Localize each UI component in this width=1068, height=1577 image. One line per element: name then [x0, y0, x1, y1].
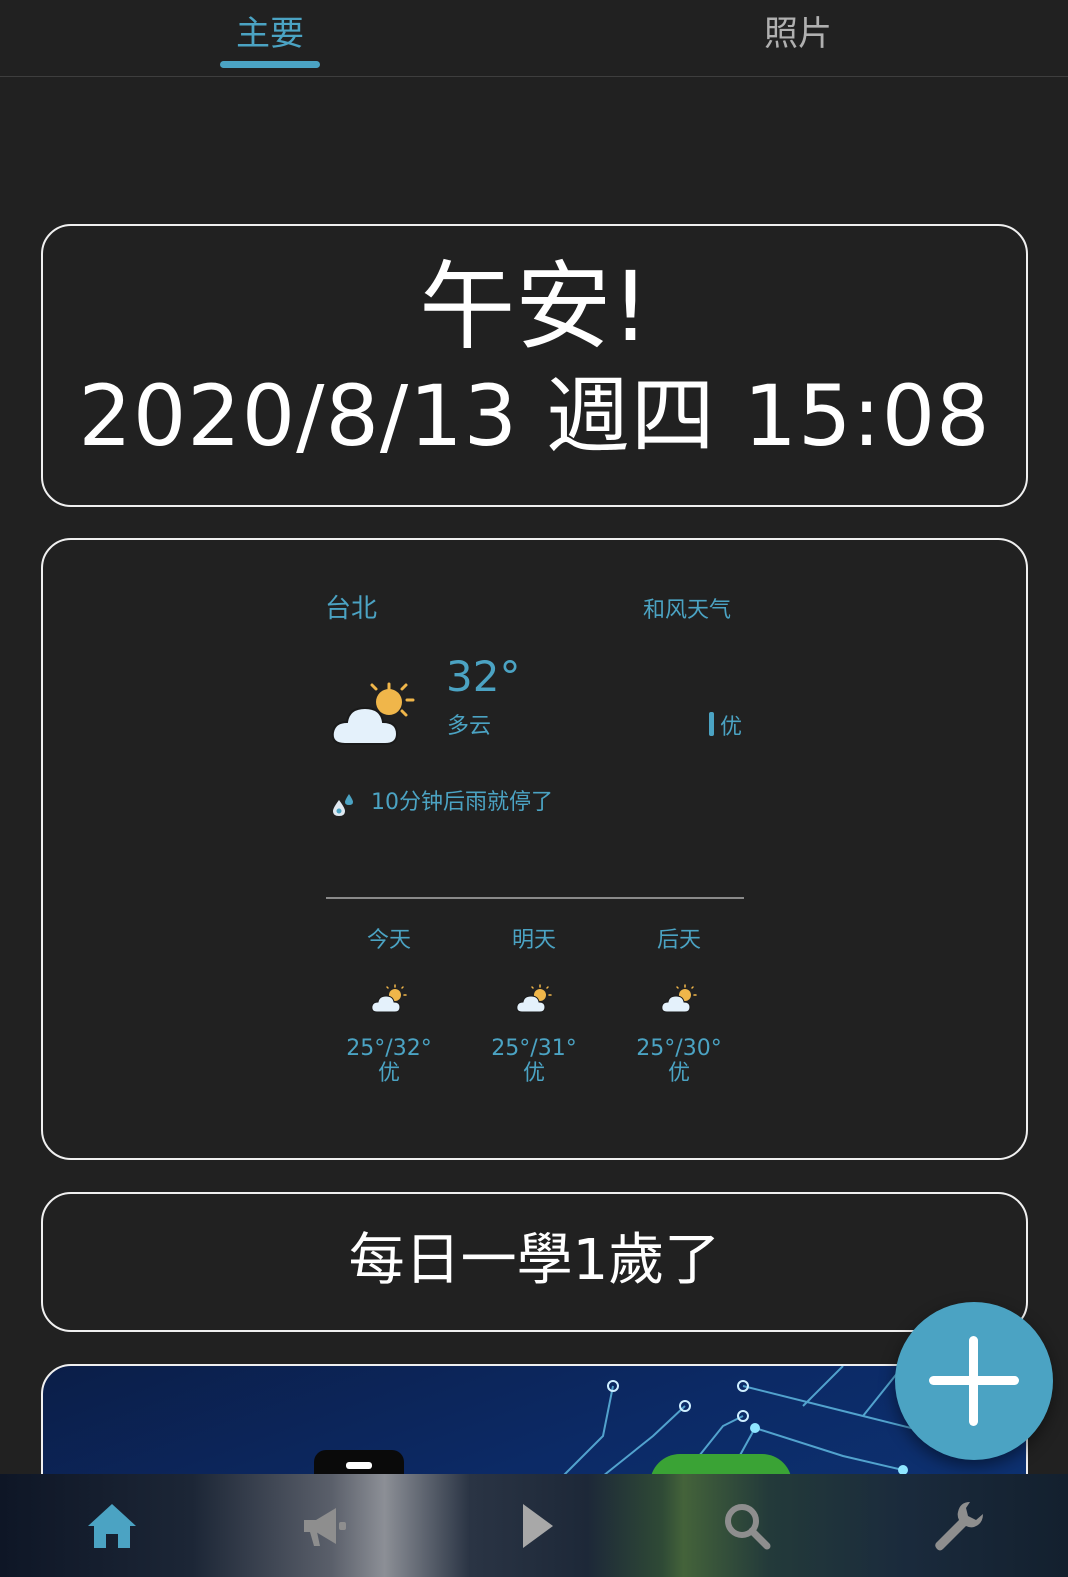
nav-announcements[interactable]	[286, 1488, 362, 1564]
wrench-icon	[935, 1502, 983, 1551]
weather-city: 台北	[325, 594, 378, 624]
partly-cloudy-icon	[516, 984, 552, 1013]
tab-photo[interactable]: 照片	[728, 8, 868, 68]
forecast-aqi: 优	[377, 1061, 400, 1086]
nav-search[interactable]	[709, 1488, 785, 1564]
forecast-day-label: 明天	[511, 928, 556, 953]
search-icon	[725, 1504, 771, 1550]
weather-aqi: 优	[720, 715, 743, 740]
forecast-temp: 25°/31°	[491, 1036, 577, 1061]
weather-temperature: 32°	[446, 652, 521, 701]
weather-condition: 多云	[447, 714, 492, 739]
greeting-text: 午安!	[419, 251, 650, 363]
nav-play[interactable]	[497, 1488, 573, 1564]
partly-cloudy-icon	[331, 682, 415, 745]
daily-study-text: 每日一學1歲了	[348, 1228, 721, 1293]
plus-icon-vertical	[969, 1336, 978, 1426]
minus-icon	[346, 1462, 372, 1469]
tab-active-indicator	[220, 61, 320, 68]
forecast-day: 今天 25°/32° 优	[329, 926, 449, 1086]
nav-home[interactable]	[74, 1488, 150, 1564]
forecast-aqi: 优	[667, 1061, 690, 1086]
forecast-day-label: 后天	[656, 928, 701, 953]
partly-cloudy-icon	[661, 984, 697, 1013]
partly-cloudy-icon	[371, 984, 407, 1013]
raindrop-icon	[333, 794, 353, 816]
play-icon	[523, 1504, 553, 1548]
home-icon	[88, 1504, 136, 1548]
megaphone-icon	[304, 1508, 346, 1546]
greeting-card[interactable]: 午安! 2020/8/13 週四 15:08	[41, 224, 1028, 507]
top-tab-bar: 主要 照片	[0, 0, 1068, 77]
forecast-temp: 25°/32°	[346, 1036, 432, 1061]
forecast-day: 明天 25°/31° 优	[474, 926, 594, 1086]
weather-provider[interactable]: 和风天气	[643, 592, 731, 624]
rain-forecast-text: 10分钟后雨就停了	[371, 790, 553, 815]
aqi-bar	[709, 712, 714, 736]
app-screen: 主要 照片 午安! 2020/8/13 週四 15:08 台北 和风天气 32°…	[0, 0, 1068, 1577]
date-time-text: 2020/8/13 週四 15:08	[78, 367, 991, 465]
add-button[interactable]	[895, 1302, 1053, 1460]
weather-card[interactable]: 台北 和风天气 32° 多云 优 10分钟后雨就停了 今天 25°/32° 优 …	[41, 538, 1028, 1160]
nav-settings[interactable]	[920, 1488, 996, 1564]
forecast-temp: 25°/30°	[636, 1036, 722, 1061]
forecast-aqi: 优	[522, 1061, 545, 1086]
forecast-day: 后天 25°/30° 优	[619, 926, 739, 1086]
bottom-navigation-bar	[0, 1474, 1068, 1577]
tab-main[interactable]: 主要	[200, 8, 340, 68]
daily-study-card[interactable]: 每日一學1歲了	[41, 1192, 1028, 1332]
forecast-day-label: 今天	[366, 928, 411, 953]
weather-divider	[326, 897, 744, 899]
